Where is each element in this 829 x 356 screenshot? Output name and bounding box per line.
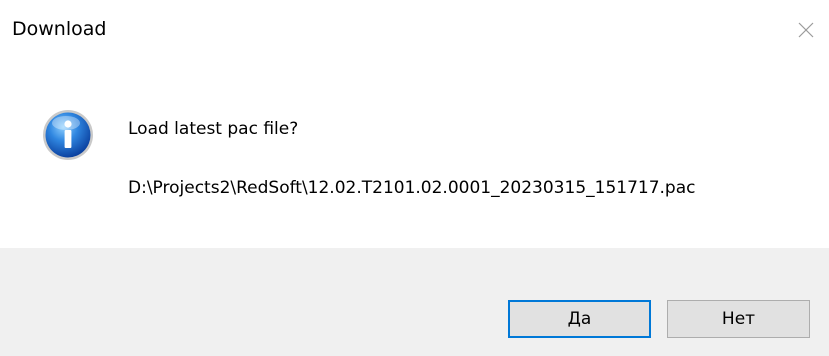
dialog-title: Download bbox=[12, 18, 107, 40]
info-icon bbox=[43, 110, 93, 160]
close-icon bbox=[798, 22, 814, 38]
download-dialog: Download Load latest pac file? D:\Projec… bbox=[0, 0, 829, 356]
dialog-content: Load latest pac file? D:\Projects2\RedSo… bbox=[0, 62, 829, 248]
close-button[interactable] bbox=[783, 0, 829, 60]
dialog-message: Load latest pac file? bbox=[128, 119, 299, 139]
no-button[interactable]: Нет bbox=[667, 300, 810, 338]
yes-button[interactable]: Да bbox=[508, 300, 651, 338]
file-path: D:\Projects2\RedSoft\12.02.T2101.02.0001… bbox=[128, 178, 696, 198]
dialog-footer: Да Нет bbox=[0, 248, 829, 356]
title-bar[interactable]: Download bbox=[0, 0, 829, 62]
